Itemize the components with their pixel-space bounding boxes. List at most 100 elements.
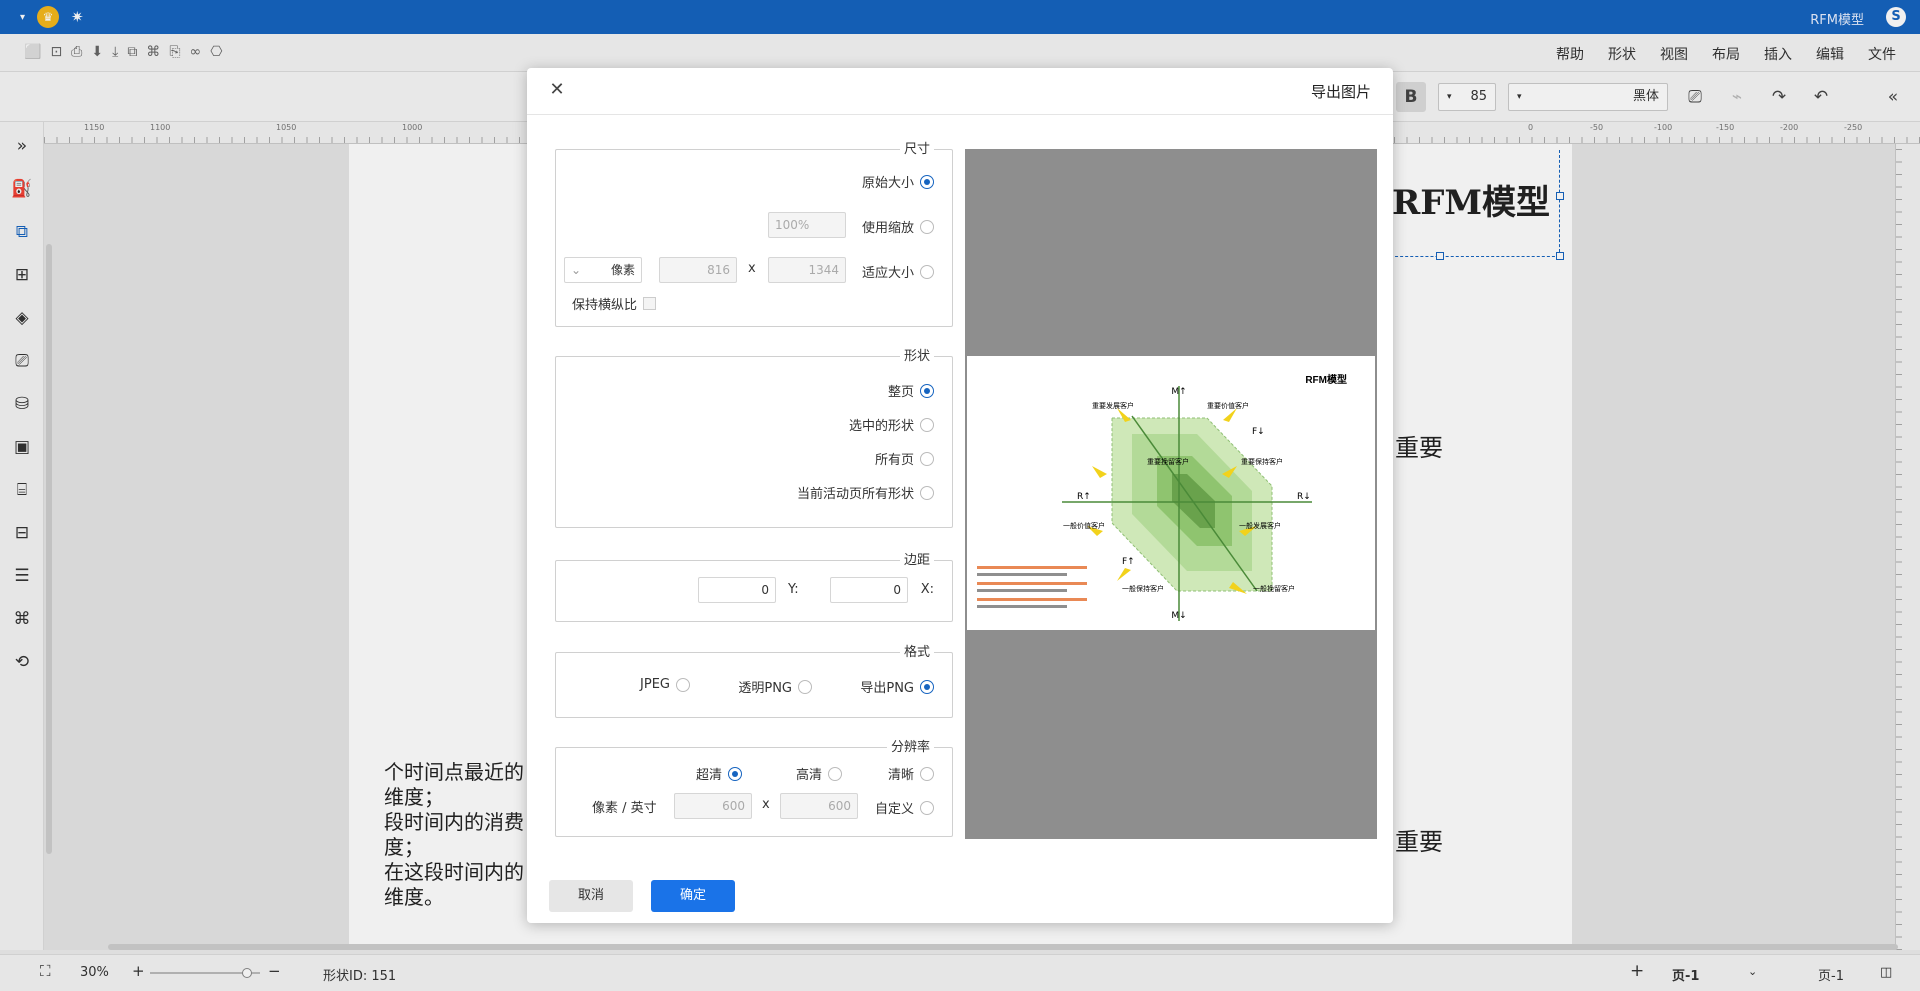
radio-button[interactable] — [920, 417, 934, 432]
export-image-dialog: ✕ 导出图片 尺寸 原始大小 使用缩放 100% 适应大小 1344 x 816… — [527, 68, 1393, 923]
segment-label: 重要挽留客户 — [1147, 457, 1189, 466]
segment-label: 一般挽留客户 — [1253, 584, 1295, 593]
radio-button[interactable] — [676, 677, 690, 692]
segment-label: 重要价值客户 — [1207, 401, 1249, 410]
option-label: 使用缩放 — [861, 221, 914, 236]
radio-button[interactable] — [920, 679, 934, 694]
axis-label: M↑ — [1171, 387, 1186, 397]
radio-button[interactable] — [920, 485, 934, 500]
segment-label: 一般保持客户 — [1122, 584, 1164, 593]
option-label: 当前活动页所有形状 — [796, 487, 914, 502]
radio-button[interactable] — [920, 766, 934, 781]
option-label: 所有页 — [874, 453, 914, 468]
margin-group: 边距 X: 0 Y: 0 — [555, 553, 953, 622]
zoom-input[interactable]: 100% — [768, 212, 846, 238]
radio-button[interactable] — [798, 679, 812, 694]
shape-option-current-page-shapes[interactable]: 当前活动页所有形状 — [797, 483, 934, 502]
resolution-unit: 像素 / 英寸 — [592, 801, 657, 816]
width-input[interactable]: 1344 — [768, 257, 846, 283]
size-legend: 尺寸 — [899, 142, 934, 157]
option-label: 保持横纵比 — [572, 298, 638, 313]
close-icon[interactable]: ✕ — [547, 79, 567, 100]
axis-label: M↓ — [1171, 611, 1186, 621]
shape-option-all-pages[interactable]: 所有页 — [875, 449, 934, 468]
segment-label: 重要保持客户 — [1241, 457, 1283, 466]
legend-line — [977, 582, 1087, 585]
size-original-option[interactable]: 原始大小 — [862, 172, 934, 191]
shape-option-selected[interactable]: 选中的形状 — [849, 415, 934, 434]
resolution-h-input[interactable]: 600 — [674, 793, 752, 819]
arrow-icon — [1092, 466, 1107, 478]
axis-label: F↑ — [1122, 557, 1135, 567]
checkbox[interactable] — [643, 297, 657, 310]
legend-line — [977, 566, 1087, 569]
format-option-jpeg[interactable]: JPEG — [640, 677, 690, 692]
shape-option-whole-page[interactable]: 整页 — [888, 381, 934, 400]
legend-line — [977, 573, 1067, 576]
radio-button[interactable] — [920, 219, 934, 234]
radio-button[interactable] — [920, 264, 934, 279]
format-legend: 格式 — [899, 645, 934, 660]
resolution-w-input[interactable]: 600 — [780, 793, 858, 819]
margin-y-label: Y: — [788, 582, 799, 597]
height-input[interactable]: 816 — [659, 257, 737, 283]
shape-legend: 形状 — [899, 349, 934, 364]
radio-button[interactable] — [728, 766, 742, 781]
option-label: 适应大小 — [861, 266, 914, 281]
margin-x-input[interactable]: 0 — [830, 577, 908, 603]
axis-label: R↓ — [1297, 492, 1311, 502]
size-fit-option[interactable]: 适应大小 — [862, 262, 934, 281]
option-label: 清晰 — [887, 768, 914, 783]
radio-button[interactable] — [920, 800, 934, 815]
preview-title: RFM模型 — [1305, 373, 1347, 386]
resolution-option-hd[interactable]: 高清 — [796, 764, 842, 783]
resolution-group: 分辨率 清晰 高清 超清 自定义 600 x 600 像素 / 英寸 — [555, 740, 953, 837]
export-preview: RFM模型 M↑ M↓ R↑ R↓ F↓ F↑ 重要价值客户 重要发展客户 重要… — [965, 149, 1377, 839]
radio-button[interactable] — [828, 766, 842, 781]
resolution-option-custom[interactable]: 自定义 — [875, 798, 934, 817]
option-label: 整页 — [887, 385, 914, 400]
margin-x-label: X: — [920, 582, 934, 597]
resolution-legend: 分辨率 — [886, 740, 934, 755]
unit-value: 像素 — [610, 263, 635, 277]
shape-group: 形状 整页 选中的形状 所有页 当前活动页所有形状 — [555, 349, 953, 528]
legend-line — [977, 605, 1067, 608]
radio-button[interactable] — [920, 383, 934, 398]
dialog-divider — [527, 114, 1393, 115]
option-label: 选中的形状 — [848, 419, 914, 434]
unit-select[interactable]: ⌄ 像素 — [564, 257, 642, 283]
axis-label: F↓ — [1252, 427, 1265, 437]
option-label: JPEG — [640, 677, 670, 692]
arrow-icon — [1117, 568, 1131, 581]
segment-label: 一般价值客户 — [1063, 521, 1105, 530]
rfm-diagram-preview: RFM模型 M↑ M↓ R↑ R↓ F↓ F↑ 重要价值客户 重要发展客户 重要… — [977, 373, 1347, 621]
arrow-icon — [1223, 408, 1237, 422]
radio-button[interactable] — [920, 451, 934, 466]
format-option-transparent-png[interactable]: 透明PNG — [738, 677, 812, 696]
size-zoom-option[interactable]: 使用缩放 — [862, 217, 934, 236]
cancel-button[interactable]: 取消 — [549, 880, 633, 912]
margin-legend: 边距 — [899, 553, 934, 568]
option-label: 高清 — [795, 768, 822, 783]
option-label: 原始大小 — [861, 176, 914, 191]
format-group: 格式 导出PNG 透明PNG JPEG — [555, 645, 953, 718]
option-label: 透明PNG — [738, 681, 792, 696]
dialog-title: 导出图片 — [1310, 83, 1371, 101]
times-label: x — [762, 797, 770, 812]
axis-label: R↑ — [1077, 492, 1091, 502]
radio-button[interactable] — [920, 174, 934, 189]
confirm-button[interactable]: 确定 — [651, 880, 735, 912]
segment-label: 一般发展客户 — [1239, 521, 1281, 530]
option-label: 超清 — [695, 768, 722, 783]
format-option-png[interactable]: 导出PNG — [860, 677, 934, 696]
times-label: x — [748, 261, 756, 276]
keep-ratio-option[interactable]: 保持横纵比 — [572, 294, 657, 313]
resolution-option-uhd[interactable]: 超清 — [696, 764, 742, 783]
option-label: 自定义 — [874, 802, 914, 817]
chevron-down-icon: ⌄ — [571, 263, 582, 277]
resolution-option-clear[interactable]: 清晰 — [888, 764, 934, 783]
segment-label: 重要发展客户 — [1092, 401, 1134, 410]
legend-line — [977, 598, 1087, 601]
margin-y-input[interactable]: 0 — [698, 577, 776, 603]
size-group: 尺寸 原始大小 使用缩放 100% 适应大小 1344 x 816 ⌄ 像素 保… — [555, 142, 953, 327]
